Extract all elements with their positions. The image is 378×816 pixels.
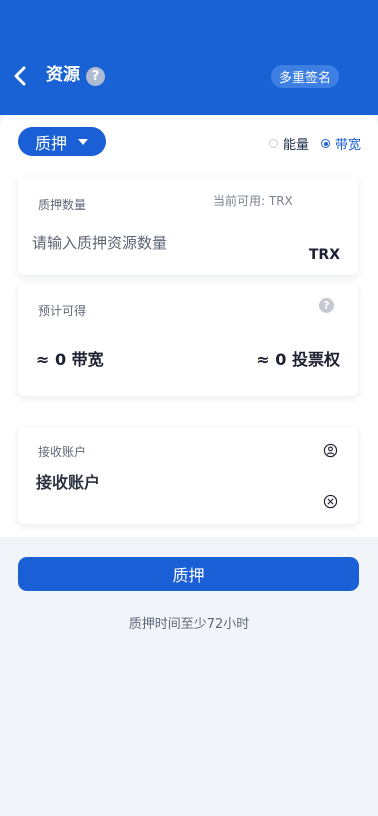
- address-book-icon[interactable]: [323, 443, 338, 458]
- available-balance: 当前可用: TRX: [213, 194, 293, 208]
- receiver-input[interactable]: [36, 473, 236, 492]
- radio-bandwidth[interactable]: 带宽: [321, 134, 361, 153]
- stake-select-label: 质押: [35, 133, 68, 153]
- radio-label-energy: 能量: [283, 138, 310, 153]
- clear-icon[interactable]: [323, 494, 338, 509]
- stake-type-select[interactable]: 质押: [18, 127, 106, 156]
- radio-dot-energy: [269, 139, 278, 148]
- stake-amount-input[interactable]: [32, 234, 252, 252]
- resource-radio-group: 能量 带宽: [269, 134, 361, 153]
- question-icon[interactable]: ?: [319, 298, 334, 313]
- estimate-card: 预计可得 ? ≈ 0 带宽 ≈ 0 投票权: [18, 283, 358, 396]
- chevron-left-icon: [14, 66, 26, 86]
- stake-amount-label: 质押数量: [38, 198, 87, 212]
- stake-duration-note: 质押时间至少72小时: [128, 617, 250, 632]
- estimate-label: 预计可得: [38, 304, 87, 318]
- submit-stake-button[interactable]: 质押: [18, 557, 359, 591]
- header-bar: 资源 ? 多重签名: [0, 0, 378, 115]
- stake-amount-card: 质押数量 当前可用: TRX TRX: [18, 177, 358, 275]
- unit-label: TRX: [308, 247, 340, 263]
- receiver-card: 接收账户: [18, 427, 358, 524]
- receiver-label: 接收账户: [38, 445, 87, 459]
- radio-energy[interactable]: 能量: [269, 134, 309, 153]
- multisig-button[interactable]: 多重签名: [271, 65, 339, 88]
- radio-label-bandwidth: 带宽: [335, 138, 362, 153]
- estimate-bandwidth: ≈ 0 带宽: [36, 350, 104, 369]
- page-title: 资源: [46, 65, 80, 85]
- caret-down-icon: [78, 138, 89, 145]
- radio-dot-bandwidth: [321, 139, 331, 148]
- back-button[interactable]: [6, 62, 34, 90]
- question-icon[interactable]: ?: [86, 67, 105, 86]
- estimate-votes: ≈ 0 投票权: [256, 350, 340, 369]
